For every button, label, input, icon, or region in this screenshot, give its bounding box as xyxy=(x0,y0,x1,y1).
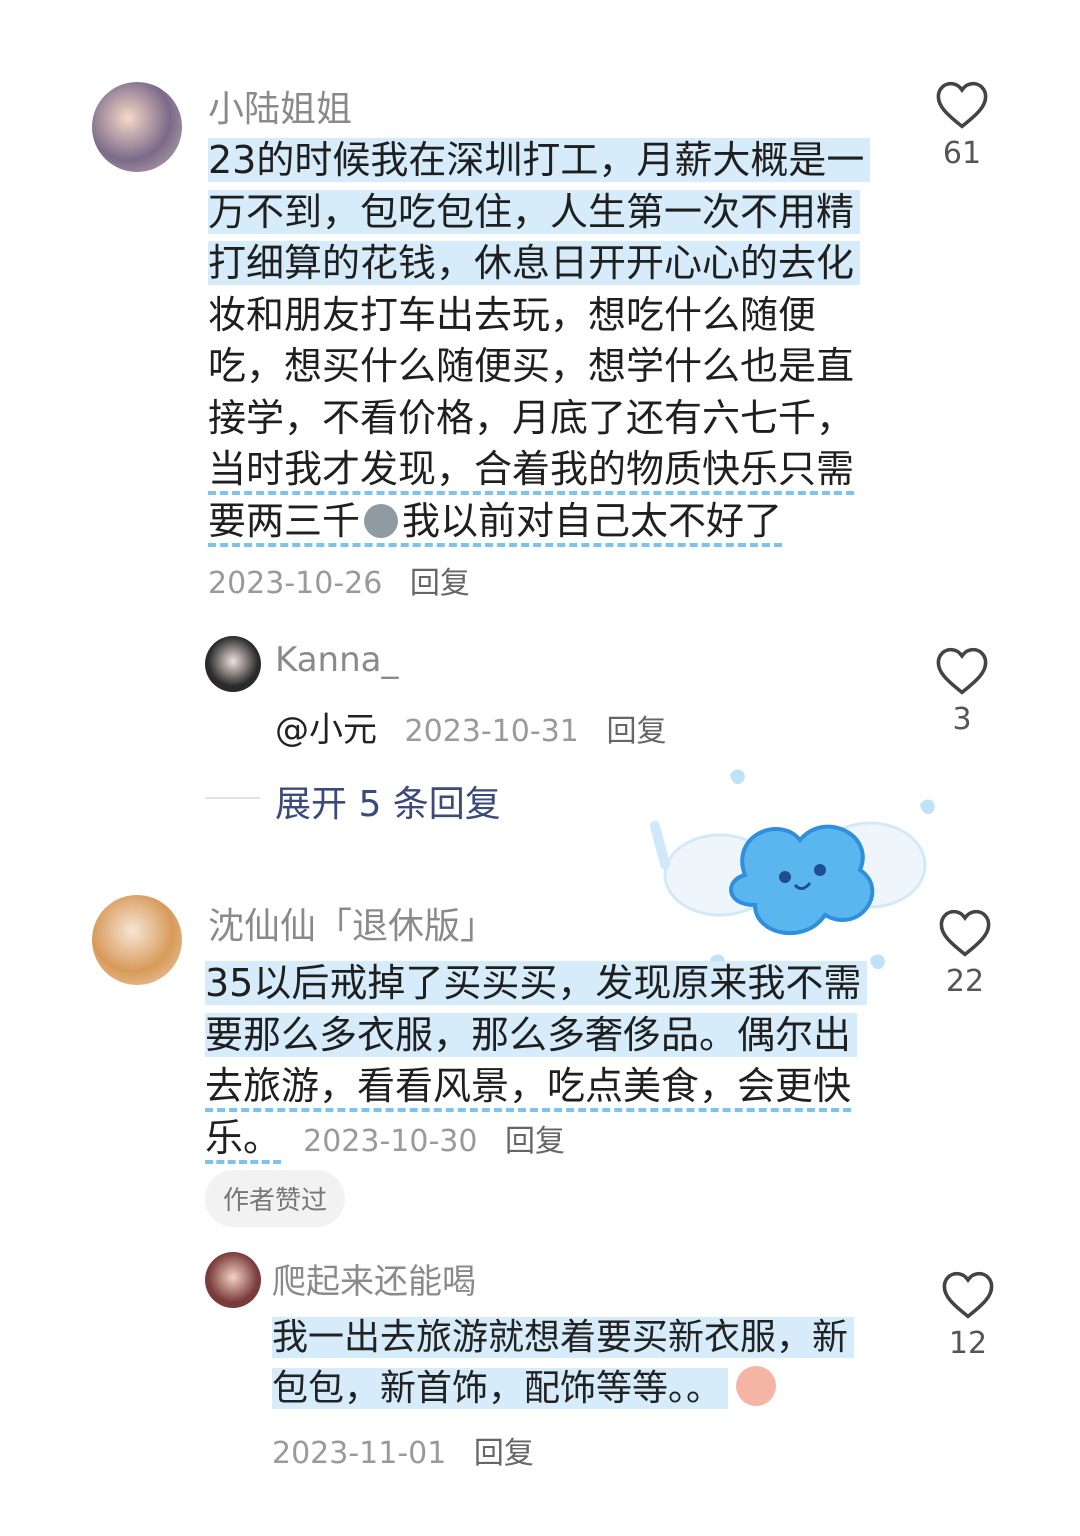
like-button[interactable]: 22 xyxy=(925,908,1005,999)
like-count: 12 xyxy=(948,1326,988,1361)
cloud-sticker xyxy=(649,769,935,970)
comment-meta: 2023-10-30 回复 xyxy=(303,1124,565,1159)
comment-line: 35以后戒掉了买买买，发现原来我不需 xyxy=(205,961,868,1005)
reply-button[interactable]: 回复 xyxy=(606,714,666,749)
comment-username[interactable]: 小陆姐姐 xyxy=(208,80,352,132)
reply-meta: @小元 2023-10-31 回复 xyxy=(275,702,666,751)
expand-replies-button[interactable]: 展开 5 条回复 xyxy=(275,775,501,827)
comment-body: 35以后戒掉了买买买，发现原来我不需 要那么多衣服，那么多奢侈品。偶尔出 去旅游… xyxy=(205,958,925,1167)
author-liked-badge: 作者赞过 xyxy=(205,1170,346,1227)
like-count: 22 xyxy=(945,964,985,999)
avatar[interactable] xyxy=(92,82,182,172)
heart-outline-icon xyxy=(936,647,988,695)
avatar[interactable] xyxy=(205,1252,261,1308)
reply-button[interactable]: 回复 xyxy=(474,1436,534,1471)
like-count: 61 xyxy=(942,136,982,171)
comment-line: 当时我才发现，合着我的物质快乐只需 xyxy=(208,447,855,495)
comment-date: 2023-10-30 xyxy=(303,1123,478,1159)
reply-line: 我一出去旅游就想着要买新衣服，新 xyxy=(272,1317,855,1358)
emoji-icon xyxy=(736,1366,777,1406)
comment-line: 我以前对自己太不好了 xyxy=(402,498,783,543)
reply-meta: 2023-11-01 回复 xyxy=(272,1428,534,1472)
comment-line: 要那么多衣服，那么多奢侈品。偶尔出 xyxy=(205,1012,858,1057)
emoji-icon xyxy=(364,503,399,538)
heart-outline-icon xyxy=(936,81,988,129)
comment-line: 23的时候我在深圳打工，月薪大概是一 xyxy=(208,138,871,182)
avatar[interactable] xyxy=(205,636,261,692)
mention-text[interactable]: @小元 xyxy=(275,710,377,750)
avatar[interactable] xyxy=(92,895,182,985)
comment-line: 接学，不看价格，月底了还有六七千， xyxy=(208,395,855,440)
reply-line: 包包，新首饰，配饰等等。。 xyxy=(272,1368,729,1409)
comment-meta: 2023-10-26 回复 xyxy=(208,558,470,602)
reply-date: 2023-11-01 xyxy=(272,1436,447,1471)
reply-body: 我一出去旅游就想着要买新衣服，新 包包，新首饰，配饰等等。。 xyxy=(272,1312,855,1414)
like-button[interactable]: 61 xyxy=(922,80,1002,171)
comment-line: 要两三千 xyxy=(208,498,361,543)
reply-button[interactable]: 回复 xyxy=(410,566,470,601)
reply-username[interactable]: 爬起来还能喝 xyxy=(272,1254,476,1303)
comment-username[interactable]: 沈仙仙「退休版」 xyxy=(208,897,496,949)
comment-line: 去旅游，看看风景，吃点美食，会更快 xyxy=(205,1064,852,1112)
comment-body: 23的时候我在深圳打工，月薪大概是一 万不到，包吃包住，人生第一次不用精 打细算… xyxy=(208,135,908,547)
reply-date: 2023-10-31 xyxy=(404,714,579,749)
divider xyxy=(205,797,260,799)
reply-button[interactable]: 回复 xyxy=(505,1124,565,1159)
comment-date: 2023-10-26 xyxy=(208,566,383,601)
reply-username[interactable]: Kanna_ xyxy=(275,640,398,680)
like-button[interactable]: 3 xyxy=(922,646,1002,737)
comment-line: 万不到，包吃包住，人生第一次不用精 xyxy=(208,189,861,234)
like-button[interactable]: 12 xyxy=(928,1270,1008,1361)
comment-line: 妆和朋友打车出去玩，想吃什么随便 xyxy=(208,292,817,337)
heart-outline-icon xyxy=(942,1271,994,1319)
like-count: 3 xyxy=(952,702,972,737)
heart-outline-icon xyxy=(939,909,991,957)
comment-line: 乐。 xyxy=(205,1115,282,1164)
comment-line: 打细算的花钱，休息日开开心心的去化 xyxy=(208,241,861,285)
comment-line: 吃，想买什么随便买，想学什么也是直 xyxy=(208,344,855,388)
